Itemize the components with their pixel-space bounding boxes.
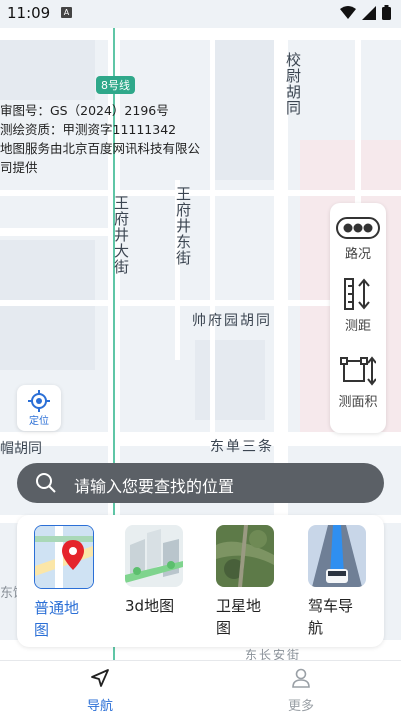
credit-line: 审图号：GS（2024）2196号 [0,103,169,118]
street-label: 帽胡同 [0,441,42,457]
street-label: 东单三条 [210,439,274,455]
traffic-button[interactable]: 路况 [330,217,386,262]
map-credits: 审图号：GS（2024）2196号 测绘资质：甲测资字11111342 地图服务… [0,101,220,177]
tab-navigation[interactable]: 导航 [60,667,140,714]
measure-distance-button[interactable]: 测距 [330,277,386,334]
search-placeholder: 请输入您要查找的位置 [74,477,235,496]
mode-label: 3d地图 [125,597,175,615]
status-bar: 11:09 A [0,0,401,28]
mode-label: 驾车导 [308,597,354,615]
status-time: 11:09 [7,4,51,22]
tab-label: 导航 [86,699,113,714]
locate-button[interactable]: 定位 [17,385,61,431]
user-icon [292,668,310,688]
signal-icon [362,5,376,20]
mode-label: 卫星地 [216,597,262,615]
credit-line: 测绘资质：甲测资字11111342 [0,122,177,137]
locate-label: 定位 [29,416,49,427]
crosshair-icon [28,390,50,412]
wifi-icon [340,5,356,19]
credit-line: 地图服务由北京百度网讯科技有限公 [0,141,201,156]
street-label: 校尉胡同 [284,52,302,116]
navigation-arrow-icon [91,669,109,687]
mode-label: 图 [216,619,232,637]
credit-line: 司提供 [0,160,38,175]
street-label: 王府井大街 [112,195,130,275]
street-label: 东长安街 [245,648,302,660]
map-tools-panel: 路况 测距 测面积 [330,203,386,433]
map-pin-icon [35,526,93,588]
satellite-map-thumbnail [216,525,274,587]
measure-area-button[interactable]: 测面积 [330,353,386,410]
traffic-label: 路况 [344,247,371,262]
navigation-thumbnail [308,525,366,587]
standard-map-thumbnail [34,525,94,589]
map-mode-satellite[interactable]: 卫星地 图 [216,525,286,639]
area-label: 测面积 [338,395,378,410]
metro-line-badge: 8号线 [96,76,135,94]
street-label: 王府井东街 [174,186,192,266]
ruler-icon [344,278,370,310]
map-mode-navigation[interactable]: 驾车导 航 [308,525,378,639]
tab-more[interactable]: 更多 [261,667,341,714]
mode-label: 航 [308,619,324,637]
traffic-icon [336,217,380,239]
map-mode-standard[interactable]: 普通地 图 [34,525,104,641]
search-bar[interactable]: 请输入您要查找的位置 [17,463,384,503]
3d-map-thumbnail [125,525,183,587]
battery-icon [382,5,391,20]
tab-label: 更多 [287,699,314,714]
distance-label: 测距 [344,319,371,334]
search-icon [36,473,56,493]
mode-label: 图 [34,621,50,639]
mode-label: 普通地 [34,599,80,617]
map-mode-3d[interactable]: 3d地图 [125,525,195,617]
area-icon [340,356,377,386]
notification-icon: A [61,7,72,18]
street-label: 帅府园胡同 [192,313,272,329]
bottom-tab-bar: 导航 更多 [0,660,401,715]
map-mode-panel: 普通地 图 3d地图 卫星地 图 驾车导 航 [17,515,384,647]
